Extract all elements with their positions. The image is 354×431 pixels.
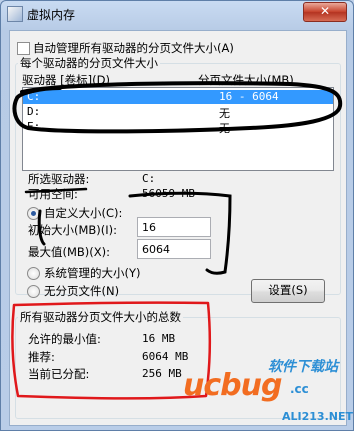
watermark-logo: ucbug — [183, 368, 282, 403]
auto-manage-label[interactable]: 自动管理所有驱动器的分页文件大小(A) — [33, 40, 234, 56]
selected-drive-value: C: — [142, 172, 156, 185]
current-allocated-label: 当前已分配: — [28, 367, 90, 381]
no-paging-radio[interactable] — [27, 285, 40, 298]
drive-row-e[interactable]: E: 无 — [23, 120, 333, 135]
selected-drive-label: 所选驱动器: — [28, 172, 90, 186]
auto-manage-checkbox[interactable] — [17, 42, 30, 55]
drive-row-d[interactable]: D: 无 — [23, 105, 333, 120]
close-button[interactable]: ✕ — [303, 2, 347, 22]
initial-size-label: 初始大小(MB)(I): — [28, 223, 118, 237]
system-managed-label[interactable]: 系统管理的大小(Y) — [44, 265, 141, 281]
title-bar[interactable]: 虚拟内存 ✕ — [1, 1, 353, 27]
free-space-value: 56059 MB — [142, 187, 195, 200]
drive-letter: E: — [27, 120, 41, 133]
drive-letter: C: — [27, 90, 41, 103]
drive-list[interactable]: C: 16 - 6064 D: 无 E: 无 — [22, 87, 334, 171]
min-allowed-label: 允许的最小值: — [28, 332, 101, 346]
watermark-tagline: 软件下载站 — [268, 359, 338, 375]
max-size-input[interactable]: 6064 — [137, 239, 211, 259]
watermark-url: ALI213.NET — [282, 410, 353, 423]
drive-column-header: 驱动器 [卷标](D) — [22, 73, 110, 87]
set-button[interactable]: 设置(S) — [251, 279, 325, 303]
drive-size: 无 — [219, 107, 230, 120]
initial-size-input[interactable]: 16 — [137, 217, 211, 237]
watermark-domain-suffix: .cc — [290, 382, 309, 396]
system-managed-radio[interactable] — [27, 267, 40, 280]
drive-letter: D: — [27, 105, 41, 118]
totals-group-legend: 所有驱动器分页文件大小的总数 — [18, 309, 183, 325]
recommended-label: 推荐: — [28, 350, 55, 364]
custom-size-radio[interactable] — [27, 207, 40, 220]
per-drive-group-legend: 每个驱动器的分页文件大小 — [18, 55, 160, 71]
recommended-value: 6064 MB — [142, 350, 189, 363]
max-size-label: 最大值(MB)(X): — [28, 245, 111, 259]
current-allocated-value: 256 MB — [142, 367, 182, 380]
drive-row-c[interactable]: C: 16 - 6064 — [23, 90, 333, 104]
window-title: 虚拟内存 — [27, 8, 76, 22]
window-icon — [7, 6, 23, 22]
drive-size: 16 - 6064 — [219, 90, 279, 103]
drive-size: 无 — [219, 122, 230, 135]
custom-size-label[interactable]: 自定义大小(C): — [44, 205, 122, 221]
free-space-label: 可用空间: — [28, 187, 78, 201]
size-column-header: 分页文件大小(MB) — [198, 73, 294, 87]
min-allowed-value: 16 MB — [142, 332, 176, 345]
no-paging-label[interactable]: 无分页文件(N) — [44, 283, 119, 299]
